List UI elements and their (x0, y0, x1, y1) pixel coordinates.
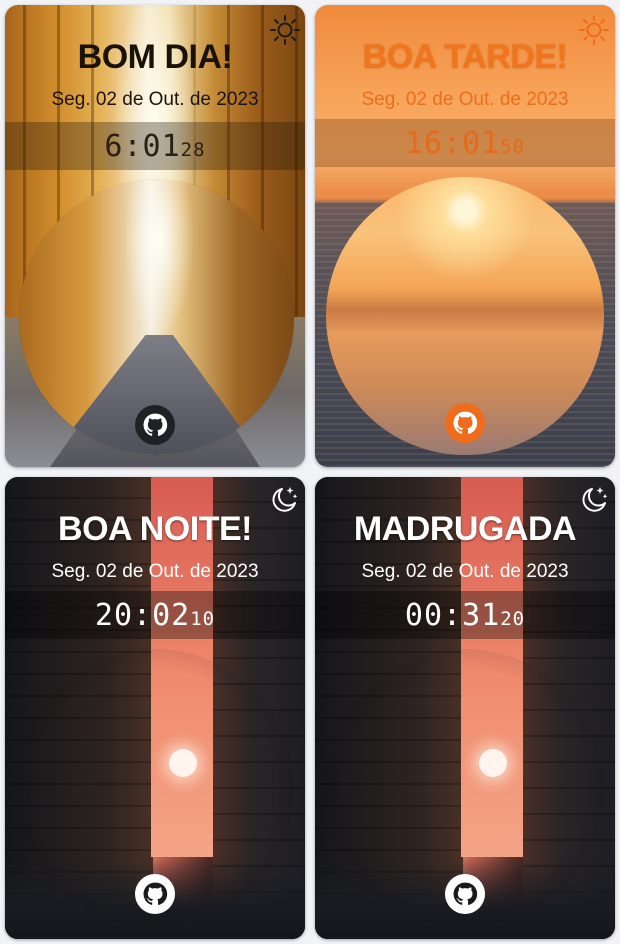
clock-band: 00:3120 (315, 591, 615, 639)
greeting-title: BOA NOITE! (58, 510, 252, 548)
clock-seconds: 10 (190, 607, 216, 630)
digital-clock: 20:0210 (95, 598, 215, 633)
clock-hours-minutes: 16:01 (404, 125, 501, 161)
clock-band: 6:0128 (5, 122, 305, 170)
digital-clock: 6:0128 (104, 129, 205, 164)
github-icon[interactable] (135, 874, 175, 914)
greeting-title: MADRUGADA (353, 510, 577, 548)
clock-hours-minutes: 6:01 (104, 128, 181, 164)
digital-clock: 16:0150 (405, 126, 525, 161)
date-text: Seg. 02 de Out. de 2023 (361, 89, 569, 110)
date-text: Seg. 02 de Out. de 2023 (51, 89, 259, 110)
github-icon[interactable] (445, 874, 485, 914)
github-icon[interactable] (135, 405, 175, 445)
date-text: Seg. 02 de Out. de 2023 (361, 561, 569, 582)
clock-band: 20:0210 (5, 591, 305, 639)
card-dawn: MADRUGADA Seg. 02 de Out. de 2023 00:312… (315, 477, 615, 939)
github-icon[interactable] (445, 403, 485, 443)
clock-seconds: 20 (500, 607, 526, 630)
greeting-title: BOA TARDE! (362, 38, 568, 76)
greeting-title: BOM DIA! (77, 38, 233, 76)
clock-hours-minutes: 00:31 (404, 597, 501, 633)
clock-seconds: 50 (500, 135, 526, 158)
clock-band: 16:0150 (315, 119, 615, 167)
clock-hours-minutes: 20:02 (94, 597, 191, 633)
card-night: BOA NOITE! Seg. 02 de Out. de 2023 20:02… (5, 477, 305, 939)
digital-clock: 00:3120 (405, 598, 525, 633)
date-text: Seg. 02 de Out. de 2023 (51, 561, 259, 582)
clock-seconds: 28 (180, 138, 206, 161)
card-afternoon: BOA TARDE! Seg. 02 de Out. de 2023 16:01… (315, 5, 615, 467)
card-morning: BOM DIA! Seg. 02 de Out. de 2023 6:0128 (5, 5, 305, 467)
